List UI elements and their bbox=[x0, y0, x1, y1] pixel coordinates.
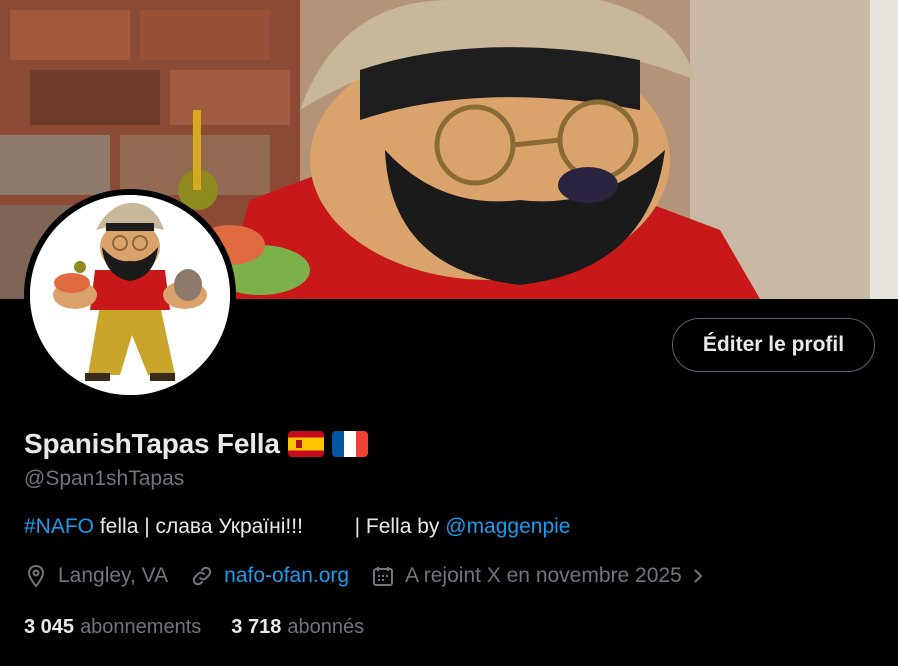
hashtag-link[interactable]: #NAFO bbox=[24, 515, 94, 539]
mention-link[interactable]: @maggenpie bbox=[445, 515, 570, 539]
bio-text-part-1: fella | слава Україні!!! bbox=[94, 515, 309, 538]
website-item[interactable]: nafo-ofan.org bbox=[190, 564, 349, 588]
spain-flag-icon bbox=[287, 431, 324, 457]
avatar-image bbox=[30, 195, 230, 395]
ukraine-flag-icon bbox=[315, 517, 343, 537]
joined-item[interactable]: A rejoint X en novembre 2025 bbox=[371, 564, 708, 588]
location-text: Langley, VA bbox=[58, 564, 169, 587]
chevron-right-icon bbox=[694, 569, 703, 583]
calendar-icon bbox=[373, 567, 394, 586]
location-item: Langley, VA bbox=[24, 564, 168, 588]
followers-stat[interactable]: 3 718 abonnés bbox=[231, 616, 364, 639]
following-stat[interactable]: 3 045 abonnements bbox=[24, 616, 201, 639]
profile-name-row: SpanishTapas Fella bbox=[24, 428, 368, 460]
profile-handle: @Span1shTapas bbox=[24, 467, 185, 490]
following-count: 3 045 bbox=[24, 616, 75, 638]
location-pin-icon bbox=[27, 564, 45, 588]
followers-count: 3 718 bbox=[231, 616, 282, 638]
followers-label: abonnés bbox=[287, 616, 365, 638]
following-label: abonnements bbox=[80, 616, 202, 638]
bio-text-part-2: | Fella by bbox=[348, 515, 446, 538]
edit-profile-button[interactable]: Éditer le profil bbox=[672, 318, 875, 372]
profile-meta: Langley, VA nafo-ofan.org A rejoint X en… bbox=[24, 564, 730, 588]
profile-avatar[interactable] bbox=[24, 189, 236, 401]
profile-stats: 3 045 abonnements 3 718 abonnés bbox=[24, 616, 394, 639]
link-icon bbox=[192, 566, 212, 586]
profile-bio: #NAFO fella | слава Україні!!! | Fella b… bbox=[24, 515, 570, 539]
france-flag-icon bbox=[331, 431, 368, 457]
display-name: SpanishTapas Fella bbox=[24, 428, 280, 459]
website-link[interactable]: nafo-ofan.org bbox=[224, 564, 349, 588]
joined-text: A rejoint X en novembre 2025 bbox=[405, 564, 682, 587]
